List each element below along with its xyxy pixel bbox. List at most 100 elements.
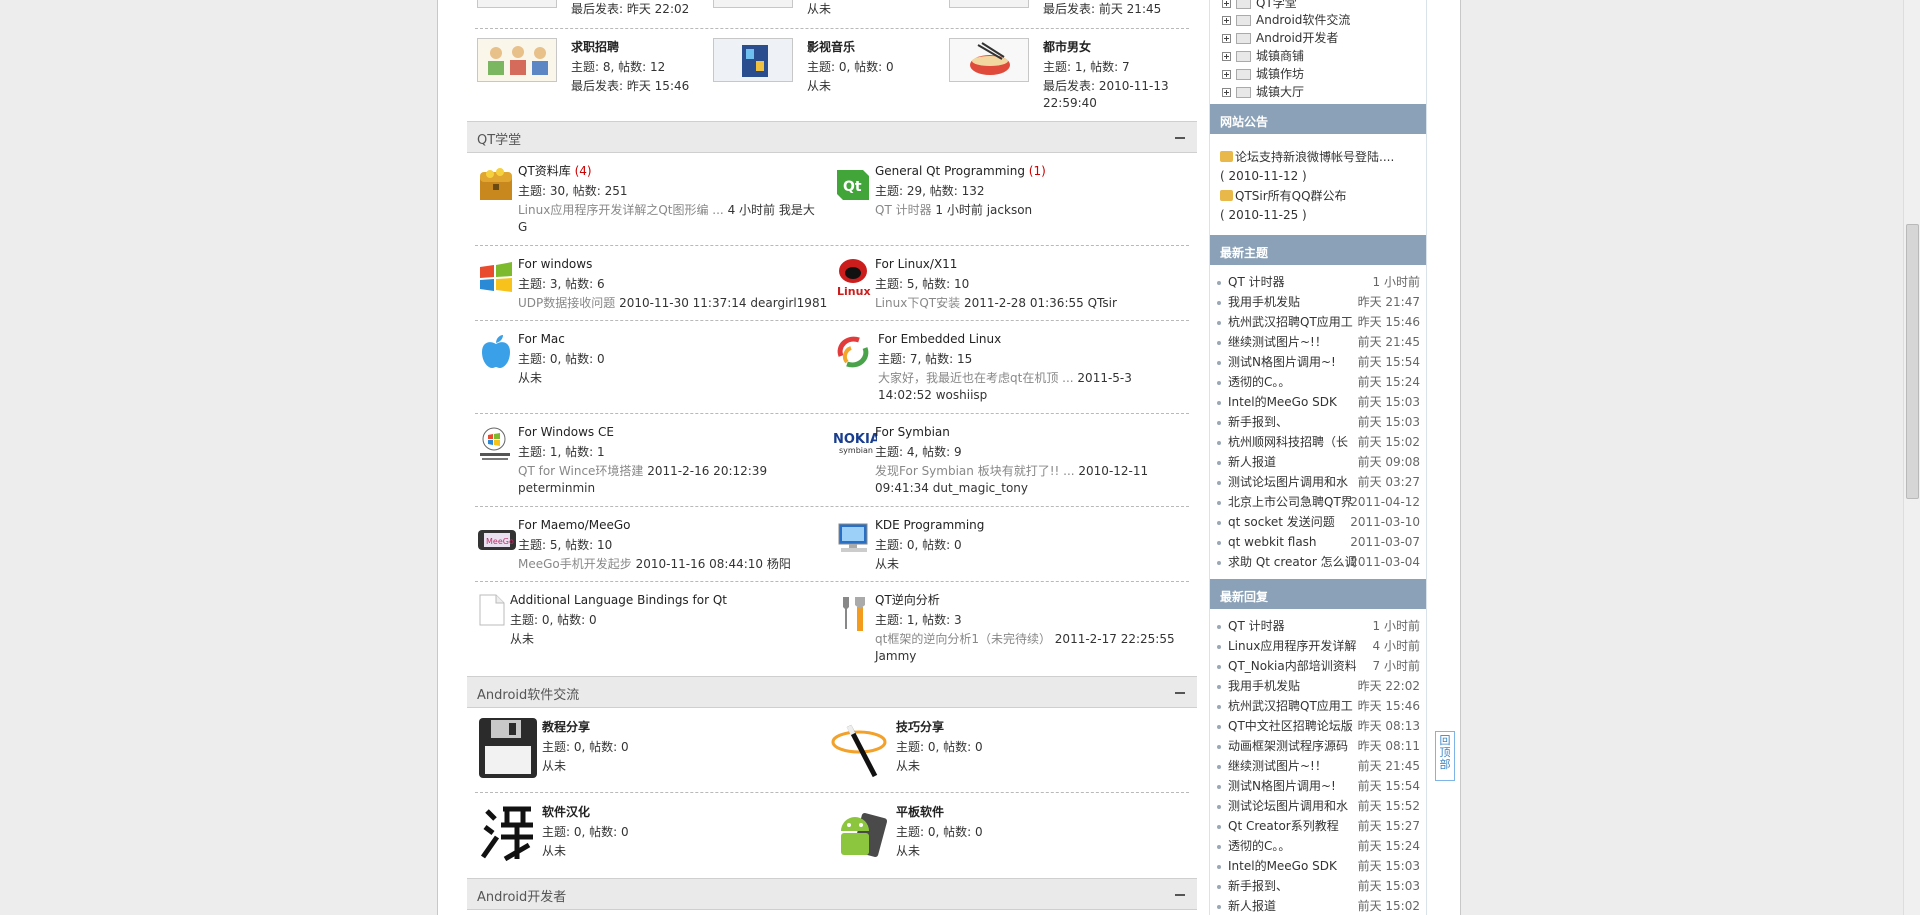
sidebar-list-item[interactable]: 透彻的C。。 前天 15:24 <box>1214 836 1422 856</box>
notice-item[interactable]: QTSir所有QQ群公布 ( 2010-11-25 ) <box>1220 187 1416 225</box>
thread-title[interactable]: 杭州武汉招聘QT应用工 <box>1228 696 1356 716</box>
sidebar-list-item[interactable]: 新人报道 前天 15:02 <box>1214 896 1422 915</box>
sidebar-list-item[interactable]: 新人报道 前天 09:08 <box>1214 452 1422 472</box>
tree-label[interactable]: Android软件交流 <box>1256 13 1350 27</box>
scrollbar-thumb[interactable] <box>1906 224 1919 499</box>
android-tablet-icon[interactable] <box>831 801 893 865</box>
last-user[interactable]: 杨阳 <box>767 557 791 571</box>
collapse-icon[interactable] <box>1175 137 1185 139</box>
expand-icon[interactable] <box>1222 16 1231 25</box>
embedded-linux-icon[interactable] <box>833 332 873 372</box>
job-board-thumb[interactable] <box>477 38 557 82</box>
last-user[interactable]: Jammy <box>875 649 916 663</box>
tree-label[interactable]: Android开发者 <box>1256 31 1338 45</box>
sidebar-list-item[interactable]: QT_Nokia内部培训资料 7 小时前 <box>1214 656 1422 676</box>
notice-text[interactable]: 论坛支持新浪微博帐号登陆.... <box>1235 150 1394 164</box>
thread-title[interactable]: 杭州武汉招聘QT应用工 <box>1228 312 1356 332</box>
thread-title[interactable]: 测试N格图片调用~! <box>1228 352 1356 372</box>
thread-title[interactable]: 新手报到、 <box>1228 412 1356 432</box>
last-user[interactable]: QTsir <box>1088 296 1117 310</box>
thread-title[interactable]: 测试论坛图片调用和水 <box>1228 796 1356 816</box>
expand-icon[interactable] <box>1222 88 1231 97</box>
board-title[interactable]: 平板软件 <box>896 803 1136 821</box>
scrollbar[interactable] <box>1903 0 1920 915</box>
board-title[interactable]: For Maemo/MeeGo <box>518 516 818 534</box>
sidebar-list-item[interactable]: QT中文社区招聘论坛版 昨天 08:13 <box>1214 716 1422 736</box>
thread-title[interactable]: 新人报道 <box>1228 452 1356 472</box>
tools-icon[interactable] <box>833 593 873 633</box>
thread-title[interactable]: 求助 Qt creator 怎么调 <box>1228 552 1356 572</box>
sidebar-list-item[interactable]: 测试N格图片调用~! 前天 15:54 <box>1214 776 1422 796</box>
last-user[interactable]: dut_magic_tony <box>933 481 1028 495</box>
calligraphy-icon[interactable] <box>477 801 539 865</box>
sidebar-list-item[interactable]: qt webkit flash 2011-03-07 <box>1214 532 1422 552</box>
sidebar-list-item[interactable]: Intel的MeeGo SDK 前天 15:03 <box>1214 392 1422 412</box>
board-title[interactable]: KDE Programming <box>875 516 1185 534</box>
collapse-icon[interactable] <box>1175 692 1185 694</box>
last-thread-link[interactable]: UDP数据接收问题 <box>518 296 615 310</box>
sidebar-list-item[interactable]: 北京上市公司急聘QT界 2011-04-12 <box>1214 492 1422 512</box>
thread-title[interactable]: Intel的MeeGo SDK <box>1228 856 1356 876</box>
last-thread-link[interactable]: MeeGo手机开发起步 <box>518 557 632 571</box>
thread-title[interactable]: 我用手机发贴 <box>1228 676 1356 696</box>
sidebar-list-item[interactable]: 新手报到、 前天 15:03 <box>1214 876 1422 896</box>
sidebar-list-item[interactable]: 我用手机发贴 昨天 22:02 <box>1214 676 1422 696</box>
back-to-top-button[interactable]: 回顶部 <box>1435 731 1455 781</box>
sidebar-list-item[interactable]: 动画框架测试程序源码 昨天 08:11 <box>1214 736 1422 756</box>
expand-icon[interactable] <box>1222 0 1231 8</box>
expand-icon[interactable] <box>1222 52 1231 61</box>
board-thumb[interactable] <box>713 0 793 8</box>
board-thumb[interactable] <box>949 0 1029 8</box>
last-thread-link[interactable]: qt框架的逆向分析1（未完待续） <box>875 632 1051 646</box>
thread-title[interactable]: 测试论坛图片调用和水 <box>1228 472 1356 492</box>
thread-title[interactable]: 动画框架测试程序源码 <box>1228 736 1356 756</box>
thread-title[interactable]: qt socket 发送问题 <box>1228 512 1356 532</box>
thread-title[interactable]: 继续测试图片~!！ <box>1228 756 1356 776</box>
board-title[interactable]: 都市男女 <box>1043 38 1193 56</box>
thread-title[interactable]: QT 计时器 <box>1228 616 1356 636</box>
tree-label[interactable]: QT学堂 <box>1256 0 1297 10</box>
thread-title[interactable]: 新人报道 <box>1228 896 1356 915</box>
sidebar-list-item[interactable]: Linux应用程序开发详解之 4 小时前 <box>1214 636 1422 656</box>
thread-title[interactable]: QT中文社区招聘论坛版 <box>1228 716 1356 736</box>
board-title[interactable]: 影视音乐 <box>807 38 894 56</box>
sidebar-list-item[interactable]: 测试论坛图片调用和水 前天 15:52 <box>1214 796 1422 816</box>
redhat-linux-icon[interactable]: Linux <box>833 255 873 298</box>
thread-title[interactable]: 测试N格图片调用~! <box>1228 776 1356 796</box>
media-board-thumb[interactable] <box>713 38 793 82</box>
magic-wand-icon[interactable] <box>831 716 893 780</box>
board-title[interactable]: 求职招聘 <box>571 38 689 56</box>
expand-icon[interactable] <box>1222 34 1231 43</box>
treasure-chest-icon[interactable] <box>476 164 516 204</box>
sidebar-list-item[interactable]: 杭州顺网科技招聘（长 前天 15:02 <box>1214 432 1422 452</box>
board-title[interactable]: For Linux/X11 <box>875 255 1185 273</box>
thread-title[interactable]: QT 计时器 <box>1228 272 1356 292</box>
collapse-icon[interactable] <box>1175 894 1185 896</box>
thread-title[interactable]: 我用手机发贴 <box>1228 292 1356 312</box>
sidebar-list-item[interactable]: qt socket 发送问题 2011-03-10 <box>1214 512 1422 532</box>
apple-logo-icon[interactable] <box>476 332 516 372</box>
tree-item[interactable]: 城镇大厅 <box>1222 83 1304 101</box>
last-user[interactable]: woshiisp <box>936 388 988 402</box>
tree-label[interactable]: 城镇作坊 <box>1256 67 1304 81</box>
board-title[interactable]: General Qt Programming <box>875 164 1025 178</box>
board-thumb[interactable] <box>477 0 557 8</box>
notice-item[interactable]: 论坛支持新浪微博帐号登陆.... ( 2010-11-12 ) <box>1220 148 1416 186</box>
category-header-android-dev[interactable]: Android开发者 <box>467 878 1197 910</box>
sidebar-list-item[interactable]: 继续测试图片~!！ 前天 21:45 <box>1214 756 1422 776</box>
last-user[interactable]: peterminmin <box>518 481 595 495</box>
windows-logo-icon[interactable] <box>476 257 516 297</box>
sidebar-list-item[interactable]: 新手报到、 前天 15:03 <box>1214 412 1422 432</box>
thread-title[interactable]: qt webkit flash <box>1228 532 1356 552</box>
sidebar-list-item[interactable]: 继续测试图片~!！ 前天 21:45 <box>1214 332 1422 352</box>
board-title[interactable]: 技巧分享 <box>896 718 1136 736</box>
sidebar-list-item[interactable]: QT 计时器 1 小时前 <box>1214 272 1422 292</box>
category-header-qt[interactable]: QT学堂 <box>467 121 1197 153</box>
board-title[interactable]: 软件汉化 <box>542 803 782 821</box>
kde-computer-icon[interactable] <box>833 518 873 558</box>
qt-logo-icon[interactable]: Qt <box>833 164 873 204</box>
sidebar-list-item[interactable]: 测试论坛图片调用和水 前天 03:27 <box>1214 472 1422 492</box>
sidebar-list-item[interactable]: 透彻的C。。 前天 15:24 <box>1214 372 1422 392</box>
thread-title[interactable]: Qt Creator系列教程 <box>1228 816 1356 836</box>
sidebar-list-item[interactable]: 杭州武汉招聘QT应用工 昨天 15:46 <box>1214 312 1422 332</box>
